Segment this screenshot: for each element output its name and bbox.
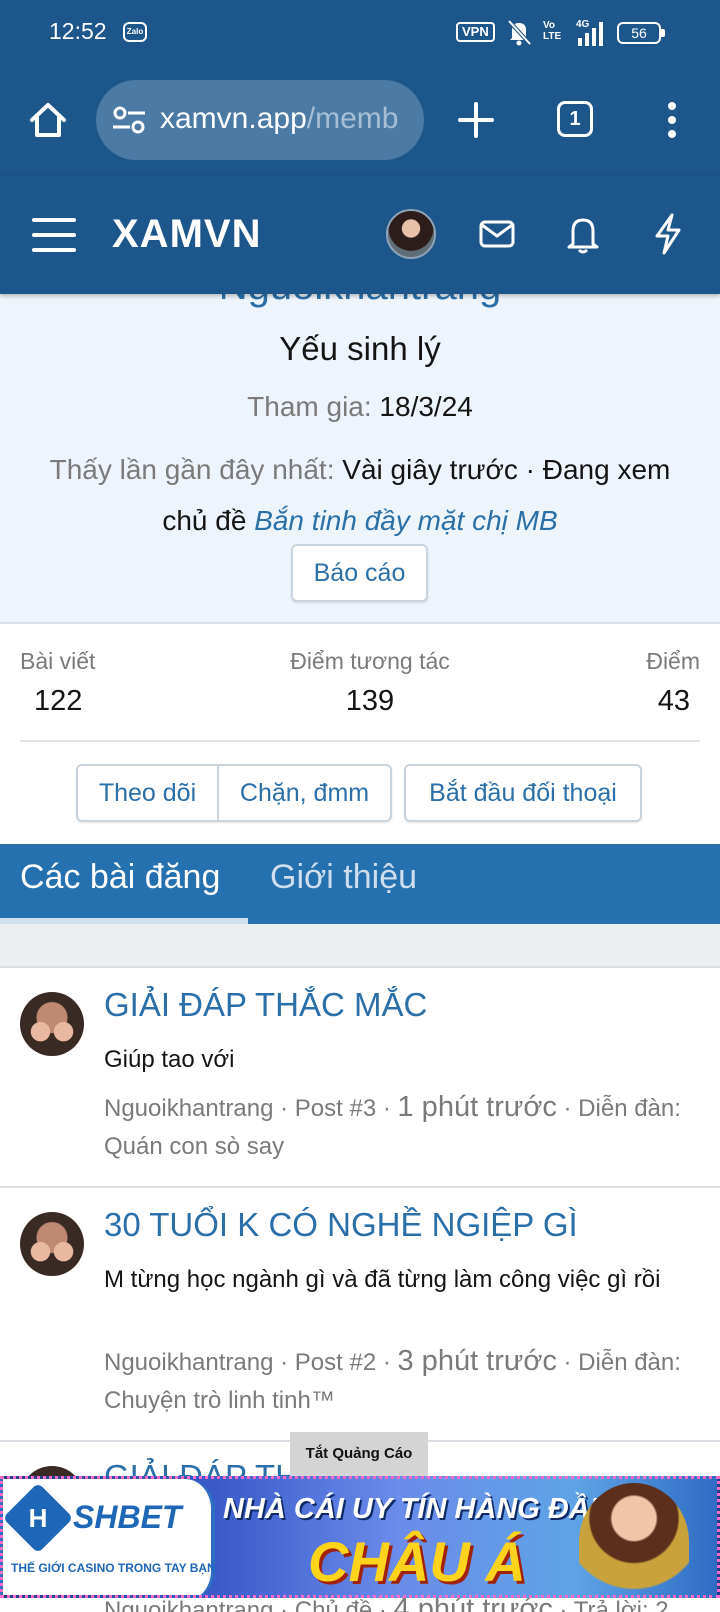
network-type: 4G	[576, 19, 590, 30]
plus-icon[interactable]	[458, 100, 494, 140]
ad-brand-logo: H SHBET THẾ GIỚI CASINO TRONG TAY BẠN	[3, 1479, 216, 1595]
clock: 12:52	[49, 18, 107, 44]
stat-value: 139	[345, 685, 395, 717]
last-seen-thread-link[interactable]: Bắn tinh đầy mặt chị MB	[254, 505, 557, 536]
post-avatar[interactable]	[20, 992, 84, 1056]
post-meta-prefix: Nguoikhantrang · Post #3 ·	[104, 1095, 391, 1122]
post-meta-prefix: Nguoikhantrang · Post #2 ·	[104, 1349, 391, 1376]
list-item: GIẢI ĐÁP THẮC MẮC Giúp tao với Nguoikhan…	[0, 968, 720, 1188]
stat-label: Bài viết	[20, 648, 96, 674]
section-divider	[0, 924, 720, 968]
last-seen-label: Thấy lần gần đây nhất:	[49, 454, 335, 485]
ad-highlight: CHÂU Á	[308, 1530, 526, 1593]
post-meta: Nguoikhantrang · Post #2 · 3 phút trước …	[104, 1342, 704, 1420]
url-path: /memb	[306, 102, 399, 135]
tab-counter-icon[interactable]: 1	[557, 101, 593, 137]
stat-messages[interactable]: Bài viết 122	[20, 648, 95, 718]
post-time[interactable]: 1 phút trước	[398, 1091, 557, 1123]
post-snippet[interactable]: M từng học ngành gì và đã từng làm công …	[104, 1262, 694, 1298]
user-avatar[interactable]	[386, 209, 436, 259]
kebab-menu-icon[interactable]	[660, 98, 684, 142]
zalo-notification-icon: Zalo	[123, 22, 147, 42]
profile-tabs: Các bài đăng Giới thiệu	[0, 844, 720, 924]
ad-brand-tagline: THẾ GIỚI CASINO TRONG TAY BẠN	[11, 1561, 216, 1575]
bolt-icon[interactable]	[652, 212, 684, 256]
stat-label: Điểm	[646, 648, 700, 674]
post-title-link[interactable]: 30 TUỔI K CÓ NGHỀ NGIỆP GÌ	[104, 1206, 578, 1244]
url-text[interactable]: xamvn.app/memb	[160, 102, 398, 136]
list-item: 30 TUỔI K CÓ NGHỀ NGIỆP GÌ M từng học ng…	[0, 1188, 720, 1442]
tab-about[interactable]: Giới thiệu	[270, 858, 417, 897]
home-icon[interactable]	[28, 100, 68, 140]
post-meta-prefix: Nguoikhantrang · Chủ đề ·	[104, 1597, 387, 1612]
ad-model-image	[579, 1483, 689, 1595]
post-meta: Nguoikhantrang · Post #3 · 1 phút trước …	[104, 1088, 704, 1166]
follow-block-group: Theo dõi Chặn, đmm	[76, 764, 392, 822]
joined-label: Tham gia:	[247, 391, 372, 422]
post-avatar[interactable]	[20, 1212, 84, 1276]
volte-icon: Vo LTE	[543, 20, 562, 42]
block-button[interactable]: Chặn, đmm	[219, 766, 390, 820]
last-seen: Thấy lần gần đây nhất: Vài giây trước · …	[30, 444, 690, 546]
vpn-icon: VPN	[456, 22, 495, 42]
bell-icon[interactable]	[564, 214, 602, 254]
follow-button[interactable]: Theo dõi	[78, 766, 219, 820]
joined-date: Tham gia: 18/3/24	[0, 391, 720, 423]
battery-icon: 56	[617, 22, 665, 44]
signal-icon: 4G	[576, 19, 603, 46]
site-header: XAMVN	[0, 176, 720, 294]
stat-points[interactable]: Điểm 43	[646, 648, 700, 718]
stat-value: 43	[657, 685, 690, 717]
browser-toolbar: xamvn.app/memb 1	[0, 64, 720, 176]
tab-posts[interactable]: Các bài đăng	[20, 858, 220, 897]
url-host: xamvn.app	[160, 102, 307, 135]
profile-card: Nguoikhantrang Yếu sinh lý Tham gia: 18/…	[0, 260, 720, 624]
profile-stats: Bài viết 122 Điểm tương tác 139 Điểm 43	[20, 624, 700, 742]
joined-value: 18/3/24	[379, 391, 473, 422]
ad-logo-mark: H	[3, 1482, 74, 1554]
stat-reactions[interactable]: Điểm tương tác 139	[260, 648, 480, 718]
address-bar[interactable]: xamvn.app/memb	[96, 80, 424, 160]
ad-brand-name: SHBET	[73, 1499, 182, 1535]
ad-headline: NHÀ CÁI UY TÍN HÀNG ĐẦU	[223, 1493, 611, 1525]
start-conversation-button[interactable]: Bắt đầu đối thoại	[404, 764, 642, 822]
close-ad-button[interactable]: Tắt Quảng Cáo	[290, 1432, 428, 1476]
ad-banner[interactable]: H SHBET THẾ GIỚI CASINO TRONG TAY BẠN NH…	[0, 1476, 720, 1598]
site-logo[interactable]: XAMVN	[112, 212, 261, 257]
hamburger-icon[interactable]	[32, 216, 76, 254]
system-status-bar: 12:52 Zalo VPN Vo LTE 4G 56	[0, 0, 720, 64]
mute-bell-icon	[507, 19, 532, 46]
mail-icon[interactable]	[478, 216, 516, 252]
post-time[interactable]: 3 phút trước	[398, 1345, 557, 1377]
post-replies: · Trả lời: 2	[559, 1597, 669, 1612]
report-button[interactable]: Báo cáo	[291, 544, 428, 602]
user-title: Yếu sinh lý	[279, 330, 441, 367]
post-title-link[interactable]: GIẢI ĐÁP THẮC MẮC	[104, 986, 427, 1024]
stat-label: Điểm tương tác	[290, 648, 450, 674]
post-snippet[interactable]: Giúp tao với	[104, 1042, 694, 1078]
stat-value: 122	[34, 685, 83, 717]
tune-icon[interactable]	[112, 106, 146, 134]
